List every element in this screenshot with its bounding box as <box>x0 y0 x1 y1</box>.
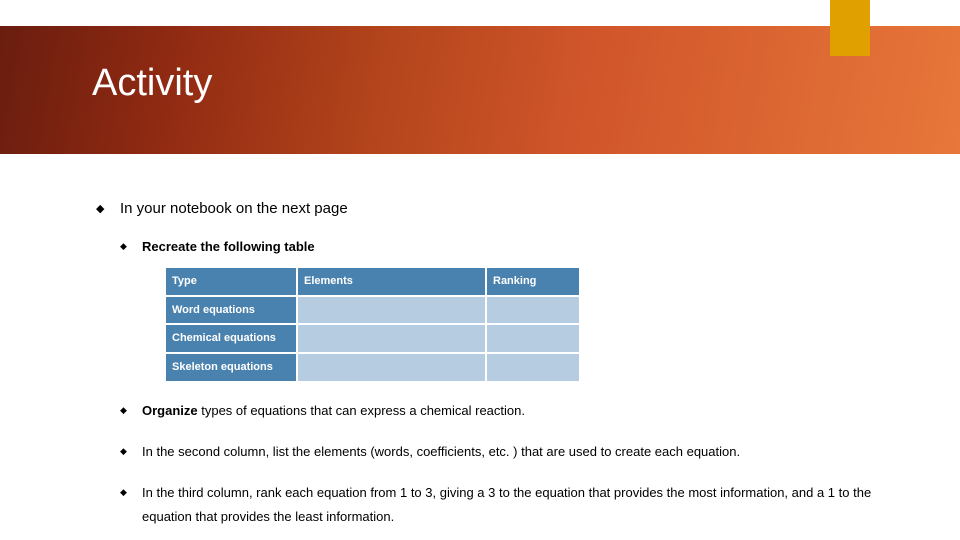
table-row: Skeleton equations <box>166 354 579 381</box>
content-area: In your notebook on the next page Recrea… <box>96 200 910 540</box>
cell <box>487 297 579 324</box>
row-label: Word equations <box>166 297 296 324</box>
equation-table: Type Elements Ranking Word equations Che… <box>164 266 581 384</box>
accent-tab <box>830 0 870 56</box>
table-row: Word equations <box>166 297 579 324</box>
bullet-recreate: Recreate the following table Type Elemen… <box>120 235 910 383</box>
third-col-text: In the third column, rank each equation … <box>142 485 871 525</box>
organize-bold: Organize <box>142 403 198 418</box>
cell <box>487 325 579 352</box>
slide-title: Activity <box>92 62 212 105</box>
th-ranking: Ranking <box>487 268 579 295</box>
bullet-recreate-text: Recreate the following table <box>142 239 315 254</box>
bullet-organize: Organize types of equations that can exp… <box>120 399 910 424</box>
second-col-text: In the second column, list the elements … <box>142 444 740 459</box>
cell <box>298 325 485 352</box>
table-row: Chemical equations <box>166 325 579 352</box>
row-label: Chemical equations <box>166 325 296 352</box>
bullet-main: In your notebook on the next page Recrea… <box>96 200 910 530</box>
cell <box>298 354 485 381</box>
row-label: Skeleton equations <box>166 354 296 381</box>
cell <box>298 297 485 324</box>
table-header-row: Type Elements Ranking <box>166 268 579 295</box>
cell <box>487 354 579 381</box>
bullet-third-col: In the third column, rank each equation … <box>120 481 910 530</box>
th-elements: Elements <box>298 268 485 295</box>
bullet-main-text: In your notebook on the next page <box>120 200 348 217</box>
bullet-second-col: In the second column, list the elements … <box>120 440 910 465</box>
th-type: Type <box>166 268 296 295</box>
organize-rest: types of equations that can express a ch… <box>198 403 525 418</box>
